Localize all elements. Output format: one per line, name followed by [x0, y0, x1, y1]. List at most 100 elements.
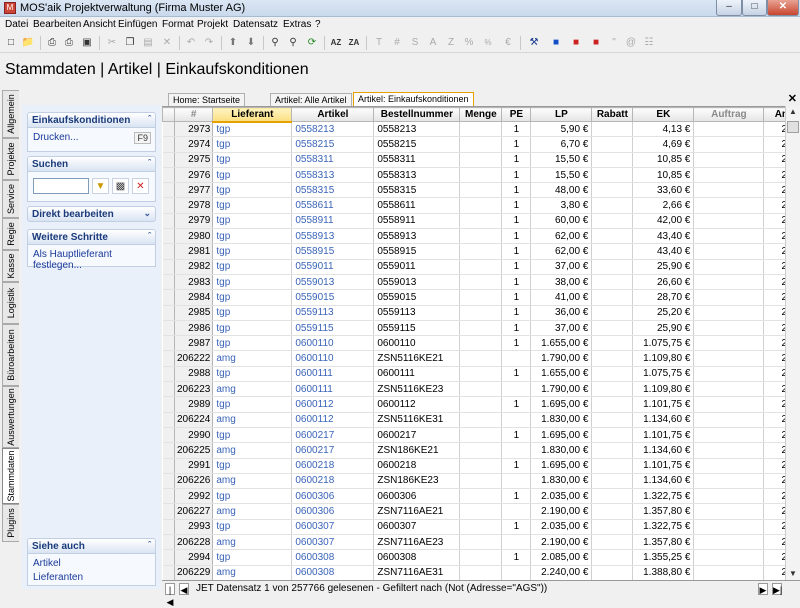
- column-header-bestellnummer[interactable]: Bestellnummer: [373, 107, 461, 122]
- rabatt-cell[interactable]: [591, 167, 634, 184]
- maximize-button[interactable]: □: [742, 0, 767, 16]
- lp-cell[interactable]: 2.035,00 €: [530, 519, 593, 536]
- row-indicator[interactable]: [162, 167, 175, 184]
- rabatt-cell[interactable]: [591, 197, 634, 214]
- ek-cell[interactable]: 1.109,80 €: [632, 350, 695, 367]
- lp-cell[interactable]: 41,00 €: [530, 289, 593, 306]
- tab-home[interactable]: Home: Startseite: [168, 93, 246, 106]
- table-row[interactable]: 2976tgp05583130558313115,50 €10,85 €22.: [162, 167, 800, 184]
- rabatt-cell[interactable]: [591, 121, 634, 138]
- lieferant-cell[interactable]: amg: [212, 412, 293, 428]
- bestellnummer-cell[interactable]: 0559113: [373, 305, 461, 321]
- bestellnummer-cell[interactable]: ZSN186KE23: [373, 473, 461, 490]
- hash-icon[interactable]: #: [390, 36, 404, 50]
- vertical-scrollbar[interactable]: ▲ ▼: [785, 106, 800, 580]
- rabatt-cell[interactable]: [591, 350, 634, 367]
- row-number[interactable]: 2981: [174, 243, 214, 260]
- auftrag-cell[interactable]: [693, 121, 765, 138]
- lieferant-cell[interactable]: tgp: [212, 335, 293, 352]
- ek-cell[interactable]: 1.101,75 €: [632, 396, 695, 413]
- lieferant-cell[interactable]: tgp: [212, 320, 293, 337]
- lieferant-cell[interactable]: tgp: [212, 305, 293, 321]
- user-red2-icon[interactable]: ■: [589, 36, 603, 50]
- menu-projekt[interactable]: Projekt: [197, 19, 228, 30]
- rabatt-cell[interactable]: [591, 320, 634, 337]
- bestellnummer-cell[interactable]: 0558215: [373, 136, 461, 153]
- down-icon[interactable]: ⬇: [244, 36, 258, 50]
- user-red-icon[interactable]: ■: [569, 36, 583, 50]
- artikel-cell[interactable]: 0558313: [291, 167, 375, 184]
- chevron-down-icon[interactable]: ⌄: [143, 208, 151, 219]
- pe-cell[interactable]: 1: [501, 305, 532, 321]
- row-number[interactable]: 206222: [174, 350, 214, 367]
- artikel-cell[interactable]: 0558213: [291, 121, 375, 138]
- menu-ansicht[interactable]: Ansicht: [83, 19, 116, 30]
- bestellnummer-cell[interactable]: 0558313: [373, 167, 461, 184]
- row-number[interactable]: 2975: [174, 152, 214, 168]
- bestellnummer-cell[interactable]: 0559013: [373, 274, 461, 291]
- rabatt-cell[interactable]: [591, 289, 634, 306]
- menu-extras[interactable]: Extras: [283, 19, 311, 30]
- pe-cell[interactable]: 1: [501, 320, 532, 337]
- ek-cell[interactable]: 1.134,60 €: [632, 412, 695, 428]
- row-number[interactable]: 2983: [174, 274, 214, 291]
- vtab-stammdaten[interactable]: Stammdaten: [2, 448, 19, 504]
- redo-icon[interactable]: ↷: [202, 36, 216, 50]
- row-indicator[interactable]: [162, 213, 175, 230]
- pe-cell[interactable]: 1: [501, 335, 532, 352]
- rabatt-cell[interactable]: [591, 136, 634, 153]
- auftrag-cell[interactable]: [693, 534, 765, 551]
- artikel-cell[interactable]: 0600306: [291, 488, 375, 505]
- vtab-kasse[interactable]: Kasse: [2, 250, 19, 282]
- menge-cell[interactable]: [459, 182, 503, 199]
- lieferant-cell[interactable]: amg: [212, 565, 293, 580]
- menge-cell[interactable]: [459, 136, 503, 153]
- lp-cell[interactable]: 15,50 €: [530, 152, 593, 168]
- rabatt-cell[interactable]: [591, 549, 634, 566]
- ek-cell[interactable]: 1.357,80 €: [632, 534, 695, 551]
- lp-cell[interactable]: 1.830,00 €: [530, 412, 593, 428]
- auftrag-cell[interactable]: [693, 519, 765, 536]
- artikel-cell[interactable]: 0600218: [291, 473, 375, 490]
- menge-cell[interactable]: [459, 427, 503, 444]
- rabatt-cell[interactable]: [591, 228, 634, 245]
- scroll-down-icon[interactable]: ▼: [786, 568, 800, 580]
- bestellnummer-cell[interactable]: 0600111: [373, 366, 461, 383]
- print-icon[interactable]: ⎙: [45, 36, 59, 50]
- bestellnummer-cell[interactable]: 0600218: [373, 458, 461, 474]
- bestellnummer-cell[interactable]: 0558911: [373, 213, 461, 230]
- column-header-artikel[interactable]: Artikel: [291, 107, 375, 122]
- row-number[interactable]: 2977: [174, 182, 214, 199]
- artikel-cell[interactable]: 0558915: [291, 243, 375, 260]
- table-row[interactable]: 2980tgp05589130558913162,00 €43,40 €22.: [162, 228, 800, 245]
- artikel-cell[interactable]: 0559015: [291, 289, 375, 306]
- bestellnummer-cell[interactable]: 0600217: [373, 427, 461, 444]
- lp-cell[interactable]: 3,80 €: [530, 197, 593, 214]
- pe-cell[interactable]: [501, 442, 532, 459]
- filter-remove-icon[interactable]: ✕: [132, 178, 149, 194]
- menge-cell[interactable]: [459, 488, 503, 505]
- vtab-plugins[interactable]: Plugins: [2, 504, 19, 542]
- row-indicator[interactable]: [162, 503, 175, 520]
- pe-cell[interactable]: 1: [501, 136, 532, 153]
- artikel-cell[interactable]: 0600110: [291, 335, 375, 352]
- ek-cell[interactable]: 1.101,75 €: [632, 458, 695, 474]
- artikel-cell[interactable]: 0600307: [291, 534, 375, 551]
- artikel-cell[interactable]: 0558311: [291, 152, 375, 168]
- lieferant-cell[interactable]: tgp: [212, 549, 293, 566]
- lp-cell[interactable]: 2.240,00 €: [530, 565, 593, 580]
- row-number[interactable]: 2991: [174, 458, 214, 474]
- pe-cell[interactable]: [501, 503, 532, 520]
- pe-cell[interactable]: 1: [501, 228, 532, 245]
- lieferant-cell[interactable]: tgp: [212, 136, 293, 153]
- lieferant-cell[interactable]: tgp: [212, 182, 293, 199]
- lieferant-cell[interactable]: tgp: [212, 289, 293, 306]
- bestellnummer-cell[interactable]: 0600306: [373, 488, 461, 505]
- lieferanten-link[interactable]: Lieferanten: [33, 572, 150, 586]
- lieferant-cell[interactable]: tgp: [212, 167, 293, 184]
- row-number[interactable]: 2992: [174, 488, 214, 505]
- menge-cell[interactable]: [459, 243, 503, 260]
- artikel-cell[interactable]: 0558215: [291, 136, 375, 153]
- tab-einkaufskonditionen[interactable]: Artikel: Einkaufskonditionen: [353, 92, 474, 106]
- lp-cell[interactable]: 1.655,00 €: [530, 366, 593, 383]
